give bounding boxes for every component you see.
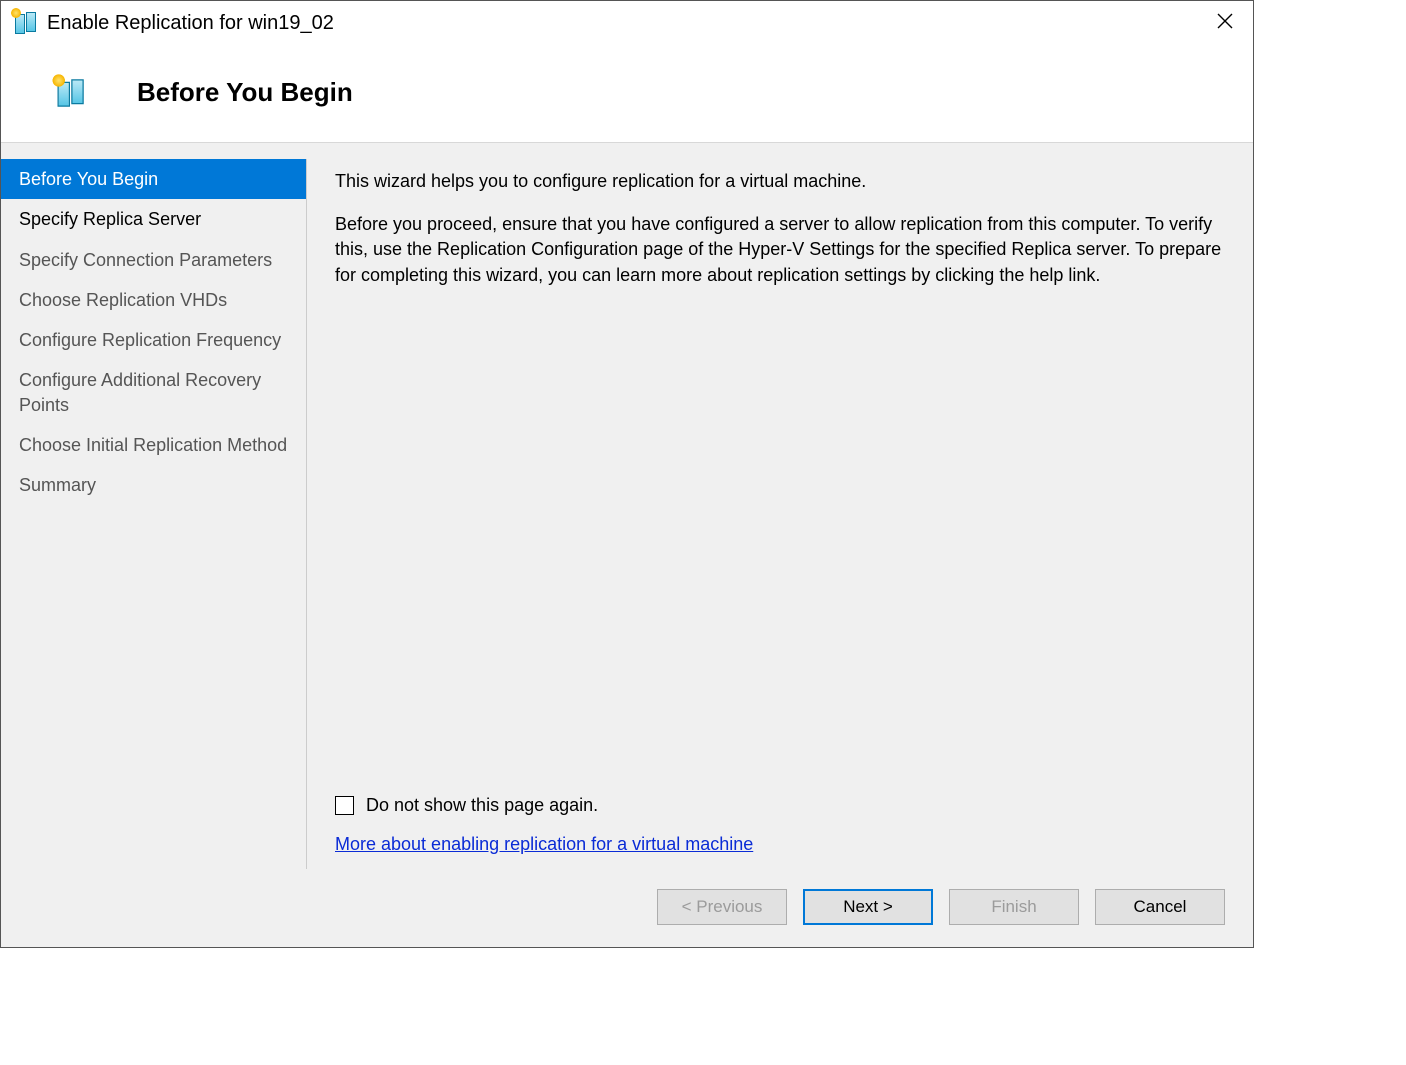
next-button[interactable]: Next > [803, 889, 933, 925]
finish-button: Finish [949, 889, 1079, 925]
wizard-body: Before You Begin Specify Replica Server … [1, 142, 1253, 947]
sidebar-item-specify-replica-server[interactable]: Specify Replica Server [1, 199, 306, 239]
wizard-page-content: This wizard helps you to configure repli… [307, 159, 1253, 869]
intro-paragraph-2: Before you proceed, ensure that you have… [335, 212, 1231, 288]
replication-servers-icon [55, 76, 88, 109]
do-not-show-again-label: Do not show this page again. [366, 793, 598, 818]
intro-paragraph-1: This wizard helps you to configure repli… [335, 169, 1231, 194]
sidebar-item-before-you-begin[interactable]: Before You Begin [1, 159, 306, 199]
wizard-button-bar: < Previous Next > Finish Cancel [1, 869, 1253, 947]
close-icon[interactable] [1207, 11, 1243, 36]
sidebar-item-configure-replication-frequency[interactable]: Configure Replication Frequency [1, 320, 306, 360]
wizard-steps-sidebar: Before You Begin Specify Replica Server … [1, 159, 307, 869]
do-not-show-again-checkbox[interactable] [335, 796, 354, 815]
previous-button: < Previous [657, 889, 787, 925]
help-link[interactable]: More about enabling replication for a vi… [335, 832, 1231, 857]
wizard-header: Before You Begin [1, 43, 1253, 142]
sidebar-item-choose-replication-vhds[interactable]: Choose Replication VHDs [1, 280, 306, 320]
do-not-show-again-row: Do not show this page again. [335, 793, 1231, 818]
sidebar-item-summary[interactable]: Summary [1, 465, 306, 505]
cancel-button[interactable]: Cancel [1095, 889, 1225, 925]
sidebar-item-specify-connection-parameters[interactable]: Specify Connection Parameters [1, 240, 306, 280]
sidebar-item-configure-additional-recovery-points[interactable]: Configure Additional Recovery Points [1, 360, 306, 425]
page-title: Before You Begin [137, 77, 353, 108]
window-title: Enable Replication for win19_02 [47, 12, 1207, 35]
titlebar: Enable Replication for win19_02 [1, 1, 1253, 43]
replication-servers-icon [13, 10, 39, 36]
sidebar-item-choose-initial-replication-method[interactable]: Choose Initial Replication Method [1, 425, 306, 465]
